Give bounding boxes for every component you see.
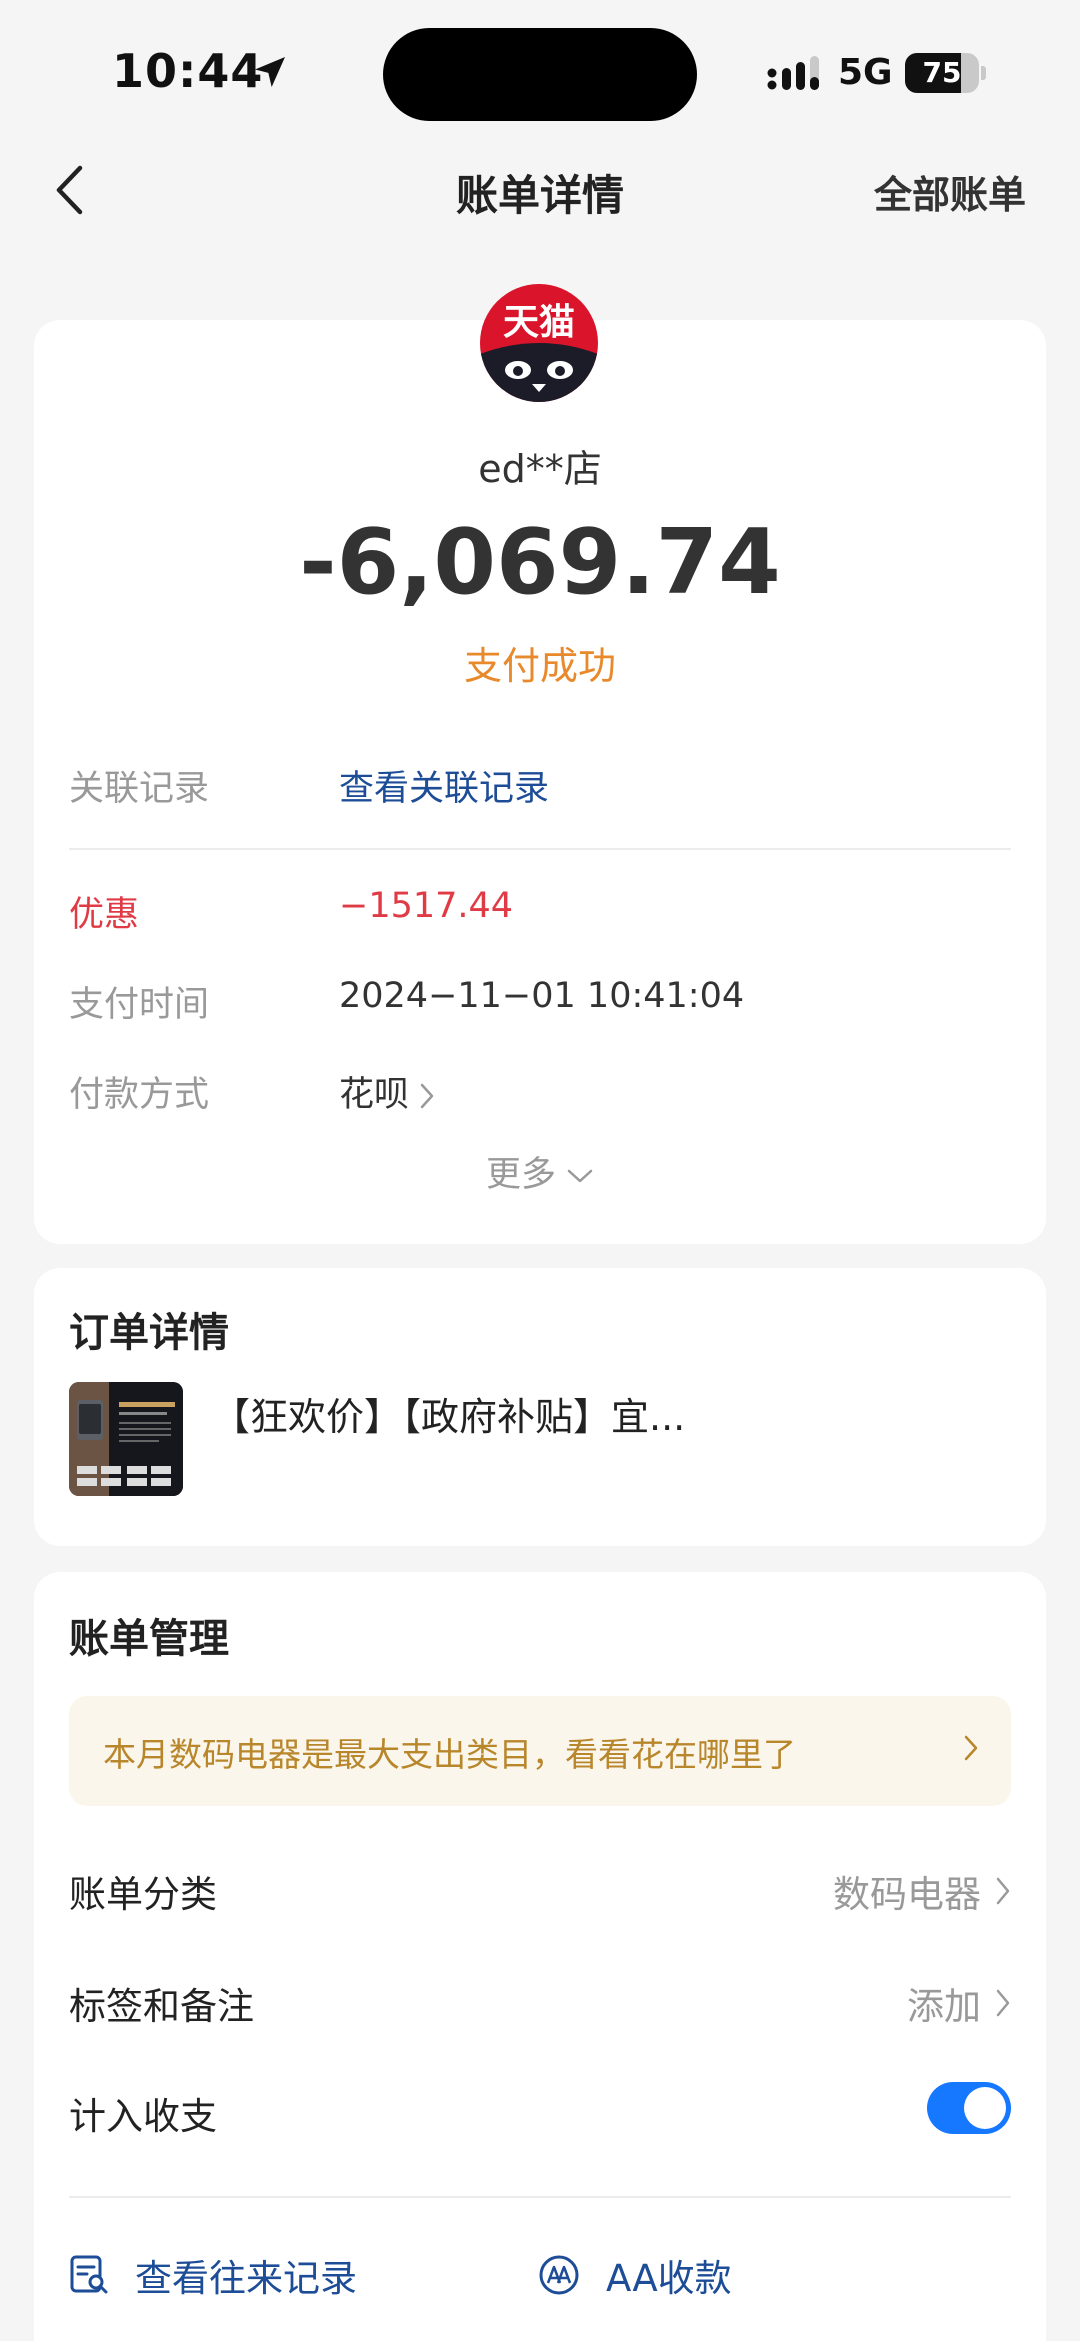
product-name[interactable]: 【狂欢价】【政府补贴】宜... xyxy=(212,1386,685,1441)
battery-level: 75 xyxy=(922,56,962,89)
all-bills-link[interactable]: 全部账单 xyxy=(874,164,1026,219)
view-transaction-records-button[interactable]: 查看往来记录 xyxy=(69,2248,357,2302)
more-toggle[interactable]: 更多 xyxy=(34,1146,1046,1197)
aa-payment-button[interactable]: AA收款 xyxy=(538,2248,732,2302)
order-details-card[interactable]: 订单详情 【狂欢价】【政府补贴】宜... xyxy=(34,1268,1046,1546)
toggle-knob xyxy=(964,2087,1006,2129)
bill-management-card: 账单管理 本月数码电器是最大支出类目，看看花在哪里了 账单分类 数码电器 标签和… xyxy=(34,1572,1046,2341)
records-icon xyxy=(70,2255,108,2294)
chevron-down-icon xyxy=(567,1169,593,1183)
discount-row: 优惠 −1517.44 xyxy=(69,886,1009,936)
bill-management-title: 账单管理 xyxy=(69,1616,229,1662)
chevron-right-icon xyxy=(996,1877,1010,1905)
product-thumbnail[interactable] xyxy=(69,1382,183,1496)
aa-payment-label: AA收款 xyxy=(606,2257,732,2300)
more-label: 更多 xyxy=(485,1155,556,1195)
pay-time-label: 支付时间 xyxy=(69,985,210,1025)
network-type: 5G xyxy=(838,52,893,93)
transaction-card: 天猫 ed**店 -6,069.74 支付成功 关联记录 查看关联记录 优惠 −… xyxy=(34,284,1046,1244)
include-in-budget-label: 计入收支 xyxy=(69,2095,217,2138)
divider xyxy=(69,2196,1011,2198)
pay-method-text: 花呗 xyxy=(339,1075,410,1115)
spending-tip-banner[interactable]: 本月数码电器是最大支出类目，看看花在哪里了 xyxy=(69,1696,1011,1806)
discount-value: −1517.44 xyxy=(339,886,514,926)
svg-text:天猫: 天猫 xyxy=(503,302,575,343)
pay-method-row[interactable]: 付款方式 花呗 xyxy=(69,1066,1009,1116)
include-in-budget-toggle[interactable] xyxy=(927,2082,1011,2134)
discount-label: 优惠 xyxy=(69,895,140,935)
view-related-records-link[interactable]: 查看关联记录 xyxy=(339,760,549,811)
pay-time-value: 2024−11−01 10:41:04 xyxy=(339,976,745,1016)
tags-notes-label: 标签和备注 xyxy=(69,1985,254,2028)
merchant-logo: 天猫 xyxy=(480,284,598,402)
chevron-right-icon xyxy=(996,1989,1010,2017)
related-record-row: 关联记录 查看关联记录 xyxy=(69,760,1009,810)
location-arrow-icon xyxy=(255,57,285,87)
battery-icon: 75 xyxy=(905,53,986,93)
pay-method-label: 付款方式 xyxy=(69,1075,210,1115)
pay-time-row: 支付时间 2024−11−01 10:41:04 xyxy=(69,976,1009,1026)
tags-notes-value: 添加 xyxy=(907,1985,981,2028)
chevron-right-icon xyxy=(964,1735,978,1761)
order-details-title: 订单详情 xyxy=(69,1310,229,1356)
view-transaction-records-label: 查看往来记录 xyxy=(135,2257,357,2300)
bill-category-row[interactable]: 账单分类 数码电器 xyxy=(69,1864,1011,1916)
transaction-amount: -6,069.74 xyxy=(299,510,781,615)
dynamic-island xyxy=(383,28,697,121)
bill-category-value: 数码电器 xyxy=(833,1873,981,1916)
back-button[interactable] xyxy=(44,160,94,220)
signal-icon xyxy=(767,56,819,90)
related-record-label: 关联记录 xyxy=(69,769,210,809)
bill-category-label: 账单分类 xyxy=(69,1873,217,1916)
pay-method-value[interactable]: 花呗 xyxy=(339,1066,435,1117)
divider xyxy=(69,848,1011,850)
include-in-budget-row: 计入收支 xyxy=(69,2082,1011,2138)
aa-icon xyxy=(539,2255,579,2295)
payment-status: 支付成功 xyxy=(463,644,616,688)
tags-notes-row[interactable]: 标签和备注 添加 xyxy=(69,1976,1011,2028)
chevron-right-icon xyxy=(420,1083,434,1109)
status-bar: 10:44 5G 75 xyxy=(0,0,1080,140)
chevron-left-icon xyxy=(56,165,83,215)
status-time: 10:44 xyxy=(112,44,264,98)
spending-tip-text: 本月数码电器是最大支出类目，看看花在哪里了 xyxy=(103,1735,796,1774)
merchant-name: ed**店 xyxy=(478,447,602,491)
